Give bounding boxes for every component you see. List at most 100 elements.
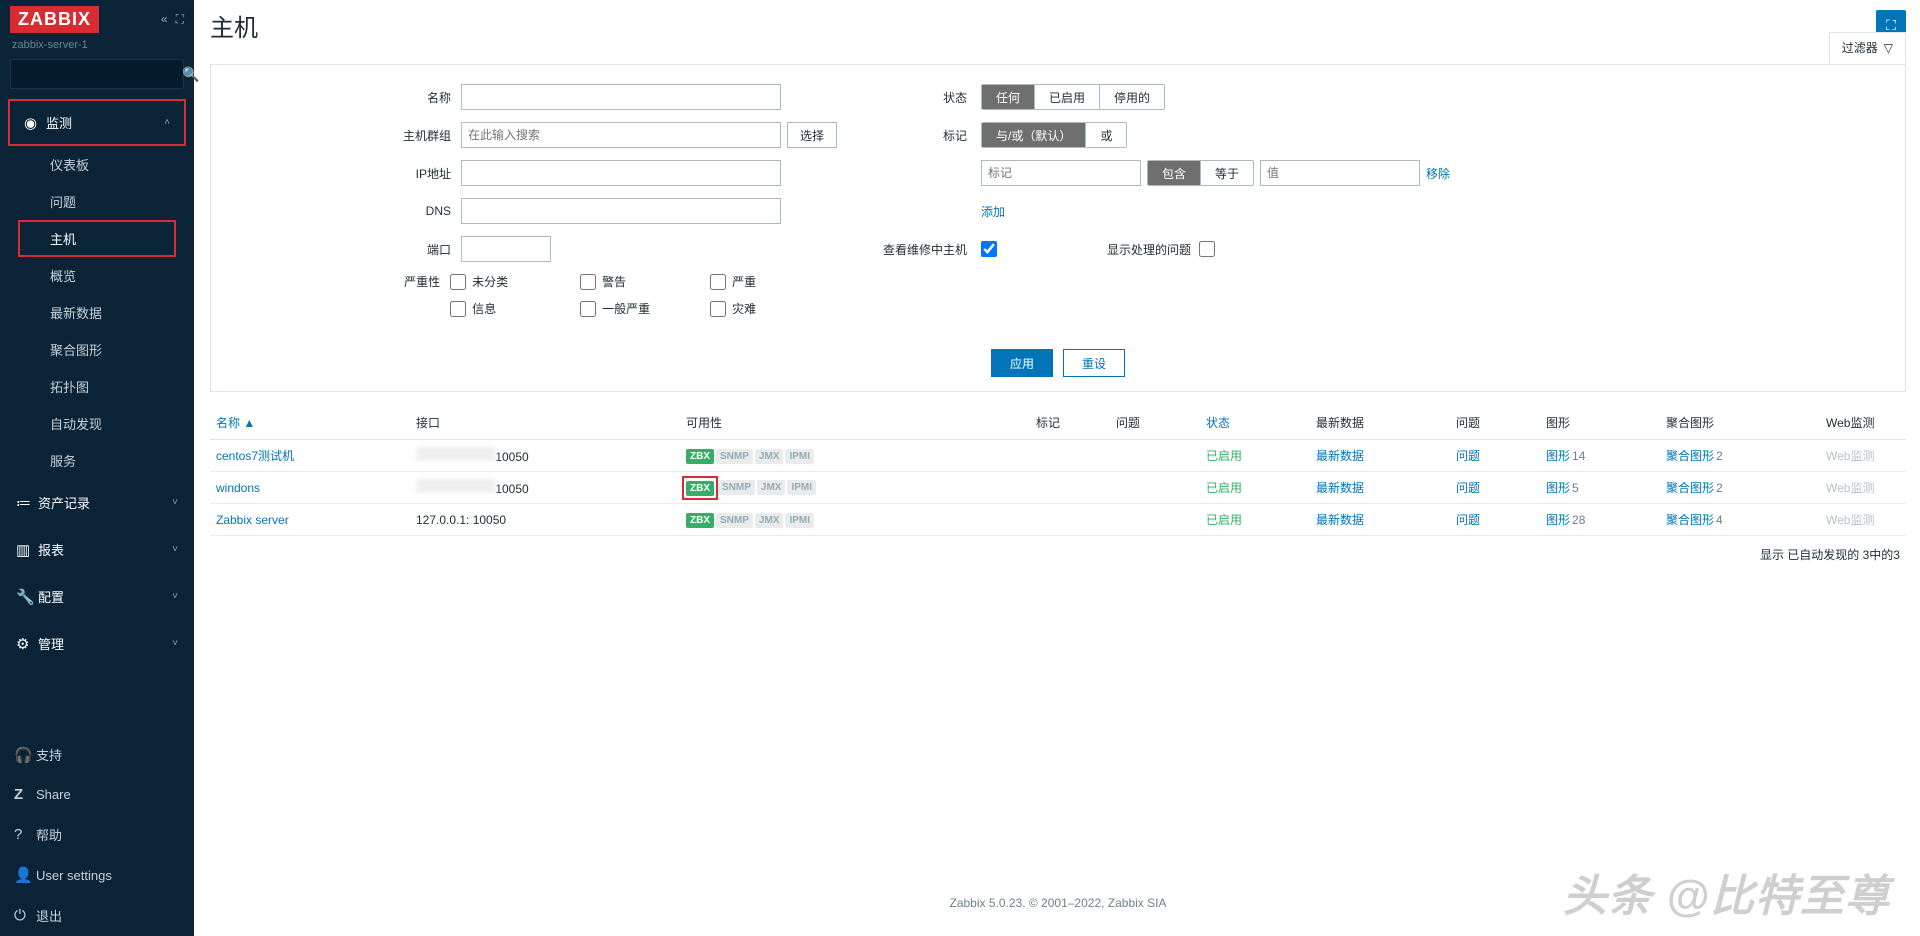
- nav-section-reports: ▥ 报表 ˅: [0, 526, 194, 573]
- graphs-link[interactable]: 图形5: [1546, 481, 1579, 495]
- input-hostgroup[interactable]: [461, 122, 781, 148]
- availability: ZBX SNMP JMX IPMI: [686, 449, 814, 464]
- server-name: zabbix-server-1: [0, 39, 194, 59]
- latest-link[interactable]: 最新数据: [1316, 513, 1364, 527]
- web-link: Web监测: [1826, 513, 1874, 527]
- nav-support[interactable]: 🎧支持: [0, 734, 194, 775]
- severity-opt[interactable]: 信息: [450, 300, 580, 317]
- reset-button[interactable]: 重设: [1063, 349, 1125, 377]
- tag-op-equals[interactable]: 等于: [1201, 161, 1253, 185]
- maint-checkbox[interactable]: [981, 241, 997, 257]
- checkbox[interactable]: [580, 301, 596, 317]
- graphs-link[interactable]: 图形28: [1546, 513, 1585, 527]
- tag-op-contains[interactable]: 包含: [1148, 161, 1201, 185]
- input-name[interactable]: [461, 84, 781, 110]
- nav-header-monitoring[interactable]: ◉ 监测 ˄: [10, 101, 184, 144]
- nav-help[interactable]: ?帮助: [0, 814, 194, 855]
- nav-header-admin[interactable]: ⚙ 管理 ˅: [2, 622, 192, 665]
- checkbox[interactable]: [450, 274, 466, 290]
- checkbox[interactable]: [710, 301, 726, 317]
- severity-opt[interactable]: 灾难: [710, 300, 840, 317]
- problems-link[interactable]: 问题: [1456, 481, 1480, 495]
- tag-remove-link[interactable]: 移除: [1426, 165, 1450, 182]
- host-name-link[interactable]: centos7测试机: [216, 449, 294, 463]
- show-issues-checkbox[interactable]: [1199, 241, 1215, 257]
- latest-link[interactable]: 最新数据: [1316, 481, 1364, 495]
- nav-item-problems[interactable]: 问题: [0, 183, 194, 220]
- label-status: 状态: [851, 89, 981, 106]
- nav-user[interactable]: 👤User settings: [0, 855, 194, 895]
- interface-cell: 10050: [410, 472, 680, 504]
- input-dns[interactable]: [461, 198, 781, 224]
- search-icon[interactable]: 🔍: [182, 66, 199, 83]
- select-hostgroup-button[interactable]: 选择: [787, 122, 837, 148]
- tag-add-link[interactable]: 添加: [981, 203, 1005, 220]
- expand-icon[interactable]: ⛶: [176, 12, 184, 27]
- nav-item-screens[interactable]: 聚合图形: [0, 331, 194, 368]
- tag-mode-or[interactable]: 或: [1086, 123, 1126, 147]
- severity-opt[interactable]: 严重: [710, 273, 840, 290]
- nav-logout[interactable]: ⏻退出: [0, 895, 194, 936]
- severity-opt[interactable]: 警告: [580, 273, 710, 290]
- nav-item-discovery[interactable]: 自动发现: [0, 405, 194, 442]
- nav-header-config[interactable]: 🔧 配置 ˅: [2, 575, 192, 618]
- collapse-icon[interactable]: «: [161, 12, 168, 27]
- tag-val-input[interactable]: [1260, 160, 1420, 186]
- severity-opt[interactable]: 未分类: [450, 273, 580, 290]
- table-footer: 显示 已自动发现的 3中的3: [210, 536, 1906, 563]
- latest-link[interactable]: 最新数据: [1316, 449, 1364, 463]
- zbx-tag: ZBX: [686, 449, 714, 464]
- brand-logo[interactable]: ZABBIX: [10, 6, 99, 33]
- nav-item-latest[interactable]: 最新数据: [0, 294, 194, 331]
- screens-link[interactable]: 聚合图形2: [1666, 481, 1723, 495]
- host-name-link[interactable]: Zabbix server: [216, 513, 289, 527]
- nav-item-services[interactable]: 服务: [0, 442, 194, 479]
- nav-section-monitoring: ◉ 监测 ˄: [8, 99, 186, 146]
- input-port[interactable]: [461, 236, 551, 262]
- hosts-table: 名称 ▲ 接口 可用性 标记 问题 状态 最新数据 问题 图形 聚合图形 Web…: [210, 406, 1906, 536]
- nav-share[interactable]: ZShare: [0, 775, 194, 814]
- nav-item-hosts[interactable]: 主机: [18, 220, 176, 257]
- snmp-tag: SNMP: [716, 449, 753, 464]
- nav-footer: 🎧支持 ZShare ?帮助 👤User settings ⏻退出: [0, 734, 194, 936]
- nav-item-maps[interactable]: 拓扑图: [0, 368, 194, 405]
- nav-item-overview[interactable]: 概览: [0, 257, 194, 294]
- caret-down-icon: ˅: [172, 497, 178, 508]
- filter-tab[interactable]: 过滤器 ▽: [1829, 32, 1906, 64]
- nav-header-inventory[interactable]: ≔ 资产记录 ˅: [2, 481, 192, 524]
- checkbox[interactable]: [580, 274, 596, 290]
- host-name-link[interactable]: windons: [216, 481, 260, 495]
- input-ip[interactable]: [461, 160, 781, 186]
- tag-mode-andor[interactable]: 与/或（默认）: [982, 123, 1086, 147]
- nav-sub-monitoring: 仪表板 问题 主机 概览 最新数据 聚合图形 拓扑图 自动发现 服务: [0, 146, 194, 479]
- severity-opt[interactable]: 一般严重: [580, 300, 710, 317]
- search-box[interactable]: 🔍: [10, 59, 184, 89]
- power-icon: ⏻: [14, 907, 36, 924]
- nav-header-reports[interactable]: ▥ 报表 ˅: [2, 528, 192, 571]
- status-opt-any[interactable]: 任何: [982, 85, 1035, 109]
- graphs-link[interactable]: 图形14: [1546, 449, 1585, 463]
- filter-icon: ▽: [1884, 41, 1893, 55]
- problems-link[interactable]: 问题: [1456, 513, 1480, 527]
- search-input[interactable]: [11, 67, 182, 81]
- checkbox[interactable]: [450, 301, 466, 317]
- tag-op-group: 包含 等于: [1147, 160, 1254, 186]
- th-status[interactable]: 状态: [1200, 406, 1310, 440]
- hosts-table-wrap: 名称 ▲ 接口 可用性 标记 问题 状态 最新数据 问题 图形 聚合图形 Web…: [210, 406, 1906, 563]
- checkbox[interactable]: [710, 274, 726, 290]
- tag-key-input[interactable]: [981, 160, 1141, 186]
- screens-link[interactable]: 聚合图形4: [1666, 513, 1723, 527]
- status-opt-disabled[interactable]: 停用的: [1100, 85, 1164, 109]
- label-ip: IP地址: [211, 165, 461, 182]
- nav-item-dashboard[interactable]: 仪表板: [0, 146, 194, 183]
- page-title: 主机: [210, 8, 258, 43]
- th-name[interactable]: 名称 ▲: [210, 406, 410, 440]
- tag-row: 包含 等于 移除: [981, 160, 1450, 186]
- apply-button[interactable]: 应用: [991, 349, 1053, 377]
- screens-link[interactable]: 聚合图形2: [1666, 449, 1723, 463]
- list-icon: ≔: [16, 494, 38, 512]
- user-icon: 👤: [14, 866, 36, 884]
- problems-link[interactable]: 问题: [1456, 449, 1480, 463]
- jmx-tag: JMX: [755, 513, 784, 528]
- status-opt-enabled[interactable]: 已启用: [1035, 85, 1100, 109]
